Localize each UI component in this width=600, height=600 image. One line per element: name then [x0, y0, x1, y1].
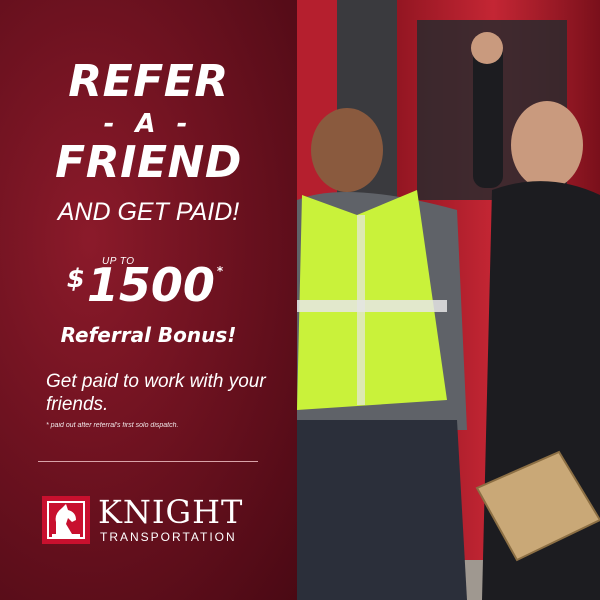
- headline-refer: REFER: [68, 56, 229, 107]
- knight-emblem-icon: [42, 496, 90, 544]
- bonus-amount: $1500 *: [0, 262, 290, 308]
- headline-friend: FRIEND: [55, 137, 242, 188]
- logo-tagline: TRANSPORTATION: [100, 530, 237, 544]
- headline-get-paid: AND GET PAID!: [57, 198, 240, 226]
- drivers-photo: [297, 0, 600, 600]
- subtext: Get paid to work with your friends.: [46, 371, 266, 415]
- logo-name: KNIGHT: [98, 493, 244, 531]
- headline-a: - A -: [103, 109, 194, 139]
- amount-value: 1500: [86, 258, 215, 312]
- divider: [38, 461, 258, 462]
- currency-symbol: $: [66, 264, 85, 294]
- referral-bonus-label: Referral Bonus!: [60, 323, 237, 347]
- amount-asterisk: *: [216, 264, 224, 278]
- promo-panel: REFER - A - FRIEND AND GET PAID! UP TO $…: [0, 0, 297, 600]
- photo-illustration: [297, 0, 600, 600]
- knight-logo: KNIGHT TRANSPORTATION: [40, 492, 260, 548]
- fine-print: * paid out after referral's first solo d…: [46, 422, 179, 429]
